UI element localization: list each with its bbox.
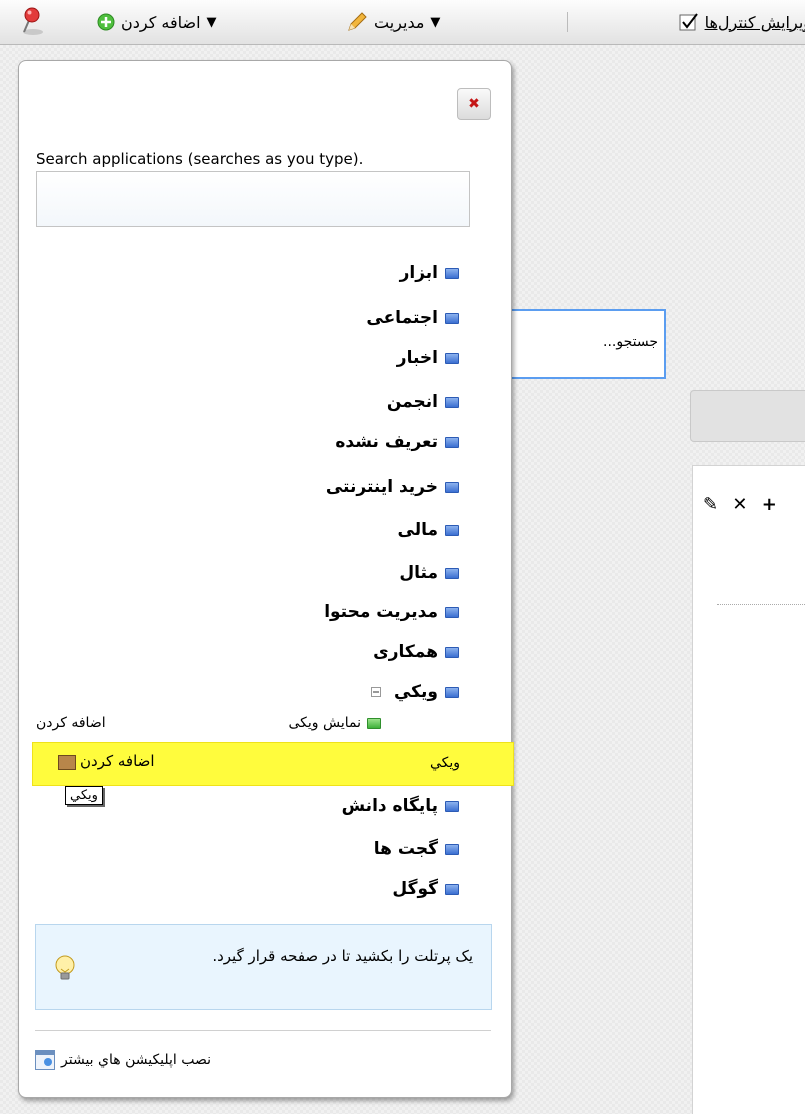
dropdown-arrow-icon: ▼ [430,14,441,30]
category-finance[interactable]: مالی [397,518,459,542]
folder-icon [445,567,459,579]
top-toolbar: ویرایش کنترل‌ها مدیریت ▼ اضافه کردن ▼ [0,0,805,45]
folder-icon [445,267,459,279]
page-search-input[interactable]: جستجو... [508,309,666,379]
folder-icon [445,843,459,855]
app-label: ويکي [429,755,460,771]
category-label: تعریف نشده [335,432,438,452]
tooltip: ويکي [65,786,103,805]
drag-hint-box: یک پرتلت را بکشید تا در صفحه قرار گیرد. [35,924,492,1010]
add-menu-label[interactable]: اضافه کردن [121,13,201,32]
list-item-highlighted[interactable]: ويکي اضافه کردن [32,742,514,786]
folder-icon [445,524,459,536]
close-icon: ✖ [468,96,480,112]
portlet-separator [717,604,805,605]
manage-menu-button[interactable]: مدیریت ▼ [346,10,440,34]
edit-controls-label[interactable]: ویرایش کنترل‌ها [705,13,805,32]
drag-hint-text: یک پرتلت را بکشید تا در صفحه قرار گیرد. [212,947,473,965]
pin-icon[interactable] [18,6,48,36]
close-button[interactable]: ✖ [457,88,491,120]
folder-icon [445,606,459,618]
category-label: ويکي [393,682,438,702]
category-news[interactable]: اخبار [397,346,459,370]
folder-icon [445,312,459,324]
category-social[interactable]: اجتماعی [366,306,459,330]
category-label: همکاری [373,642,438,662]
category-content-management[interactable]: مدیریت محتوا [324,600,459,624]
category-label: مالی [397,520,439,540]
app-label: نمایش ویکی [288,715,361,731]
checkbox-icon[interactable] [679,12,699,32]
category-collaboration[interactable]: همکاری [373,640,459,664]
app-show-wiki[interactable]: نمایش ویکی [288,715,381,731]
category-label: مدیریت محتوا [324,602,438,622]
category-tools[interactable]: ابزار [400,261,459,285]
category-label: اجتماعی [366,308,438,328]
page-search-placeholder: جستجو... [603,334,658,350]
category-label: انجمن [386,392,438,412]
install-more-label[interactable]: نصب اپليکيشن هاي بيشتر [61,1052,211,1068]
search-applications-label: Search applications (searches as you typ… [36,150,364,168]
manage-menu-label[interactable]: مدیریت [374,13,424,32]
category-label: ابزار [399,263,438,283]
search-applications-input[interactable] [36,171,470,227]
category-label: پايگاه دانش [341,796,438,816]
install-app-icon [35,1050,55,1070]
category-knowledge-base[interactable]: پايگاه دانش [342,794,459,818]
category-wiki[interactable]: ويکي [370,680,459,704]
category-label: گوگل [392,879,438,899]
page-header-bar [690,390,805,442]
edit-controls-toggle[interactable]: ویرایش کنترل‌ها [679,10,805,34]
category-label: اخبار [396,348,438,368]
list-item: نمایش ویکی اضافه کردن [19,715,511,741]
collapse-icon[interactable] [370,687,381,697]
app-icon [367,717,381,729]
toolbar-divider [567,12,568,32]
category-undefined[interactable]: تعریف نشده [335,430,459,454]
category-forum[interactable]: انجمن [387,390,459,414]
folder-icon [445,481,459,493]
panel-divider [35,1030,491,1031]
category-online-shopping[interactable]: خرید اینترنتی [326,475,459,499]
folder-icon [445,883,459,895]
portlet-controls[interactable]: ✎ ✕ + [703,494,781,515]
folder-icon [445,352,459,364]
folder-icon [445,396,459,408]
folder-icon [445,800,459,812]
install-more-apps-link[interactable]: نصب اپليکيشن هاي بيشتر [35,1050,211,1070]
category-label: گجت ها [373,839,438,859]
folder-icon [445,436,459,448]
add-app-link[interactable]: اضافه کردن [80,752,155,770]
dropdown-arrow-icon: ▼ [206,14,217,30]
add-application-panel: ✖ Search applications (searches as you t… [18,60,514,1098]
category-example[interactable]: مثال [399,561,459,585]
category-label: خرید اینترنتی [325,477,438,497]
portlet-container: ✎ ✕ + [692,465,805,1114]
folder-icon [445,646,459,658]
add-app-link[interactable]: اضافه کردن [36,715,106,731]
category-gadgets[interactable]: گجت ها [374,837,459,861]
lightbulb-icon [55,955,75,980]
add-circle-icon [97,13,115,31]
category-label: مثال [399,563,438,583]
category-google[interactable]: گوگل [392,877,459,901]
pencil-icon [348,12,367,31]
add-menu-button[interactable]: اضافه کردن ▼ [97,10,217,34]
folder-icon [445,686,459,698]
drag-handle-icon[interactable] [58,755,76,770]
